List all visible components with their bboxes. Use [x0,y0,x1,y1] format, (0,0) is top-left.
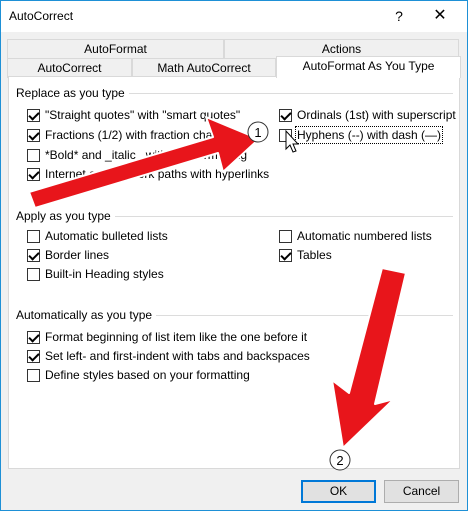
checkbox[interactable] [27,108,40,122]
option-bold-italic[interactable]: *Bold* and _italic_ with real formatting [27,147,247,163]
checkbox[interactable] [279,229,292,243]
checkbox[interactable] [27,368,40,382]
help-button[interactable]: ? [384,3,414,29]
tab-autocorrect[interactable]: AutoCorrect [7,58,132,78]
option-heading-styles[interactable]: Built-in Heading styles [27,266,164,282]
option-label: Built-in Heading styles [45,267,164,281]
title-bar: AutoCorrect ? ✕ [1,1,467,32]
option-fractions[interactable]: Fractions (1/2) with fraction character … [27,127,264,143]
option-bulleted-lists[interactable]: Automatic bulleted lists [27,228,168,244]
checkbox[interactable] [27,128,40,142]
option-label: *Bold* and _italic_ with real formatting [45,148,248,162]
option-hyphens[interactable]: Hyphens (--) with dash (—) [279,126,444,144]
option-smart-quotes[interactable]: "Straight quotes" with "smart quotes" [27,107,240,123]
option-define-styles[interactable]: Define styles based on your formatting [27,367,250,383]
option-label: Format beginning of list item like the o… [45,330,308,344]
option-label: Internet and network paths with hyperlin… [45,167,270,181]
tab-math-autocorrect[interactable]: Math AutoCorrect [132,58,276,78]
option-label: Automatic numbered lists [297,229,432,243]
option-ordinals[interactable]: Ordinals (1st) with superscript [279,107,456,123]
checkbox[interactable] [27,349,40,363]
ok-button[interactable]: OK [301,480,376,503]
checkbox[interactable] [27,229,40,243]
tab-panel: Replace as you type "Straight quotes" wi… [8,76,460,469]
option-numbered-lists[interactable]: Automatic numbered lists [279,228,432,244]
option-label: "Straight quotes" with "smart quotes" [45,108,241,122]
tab-autoformat-as-you-type[interactable]: AutoFormat As You Type [276,56,461,78]
option-border-lines[interactable]: Border lines [27,247,109,263]
checkbox[interactable] [27,267,40,281]
option-label: Border lines [45,248,110,262]
group-title-automatic: Automatically as you type [16,308,157,322]
cancel-button[interactable]: Cancel [384,480,459,503]
option-label: Automatic bulleted lists [45,229,168,243]
tab-autoformat[interactable]: AutoFormat [7,39,224,59]
group-title-replace: Replace as you type [16,86,129,100]
option-format-list-item[interactable]: Format beginning of list item like the o… [27,329,307,345]
option-tables[interactable]: Tables [279,247,332,263]
option-indent-tabs[interactable]: Set left- and first-indent with tabs and… [27,348,310,364]
checkbox[interactable] [279,248,292,262]
checkbox[interactable] [27,248,40,262]
group-title-apply: Apply as you type [16,209,115,223]
checkbox[interactable] [27,330,40,344]
option-label: Ordinals (1st) with superscript [297,108,456,122]
close-button[interactable]: ✕ [422,3,458,29]
option-label: Define styles based on your formatting [45,368,250,382]
autocorrect-dialog: AutoCorrect ? ✕ AutoFormat Actions AutoC… [0,0,468,511]
option-hyperlinks[interactable]: Internet and network paths with hyperlin… [27,166,269,182]
checkbox[interactable] [27,148,40,162]
option-label: Tables [297,248,332,262]
option-label: Fractions (1/2) with fraction character … [45,128,265,142]
checkbox[interactable] [279,108,292,122]
dialog-title: AutoCorrect [9,9,74,23]
checkbox[interactable] [27,167,40,181]
checkbox[interactable] [279,128,292,142]
option-label: Set left- and first-indent with tabs and… [45,349,310,363]
option-label: Hyphens (--) with dash (—) [294,126,444,144]
